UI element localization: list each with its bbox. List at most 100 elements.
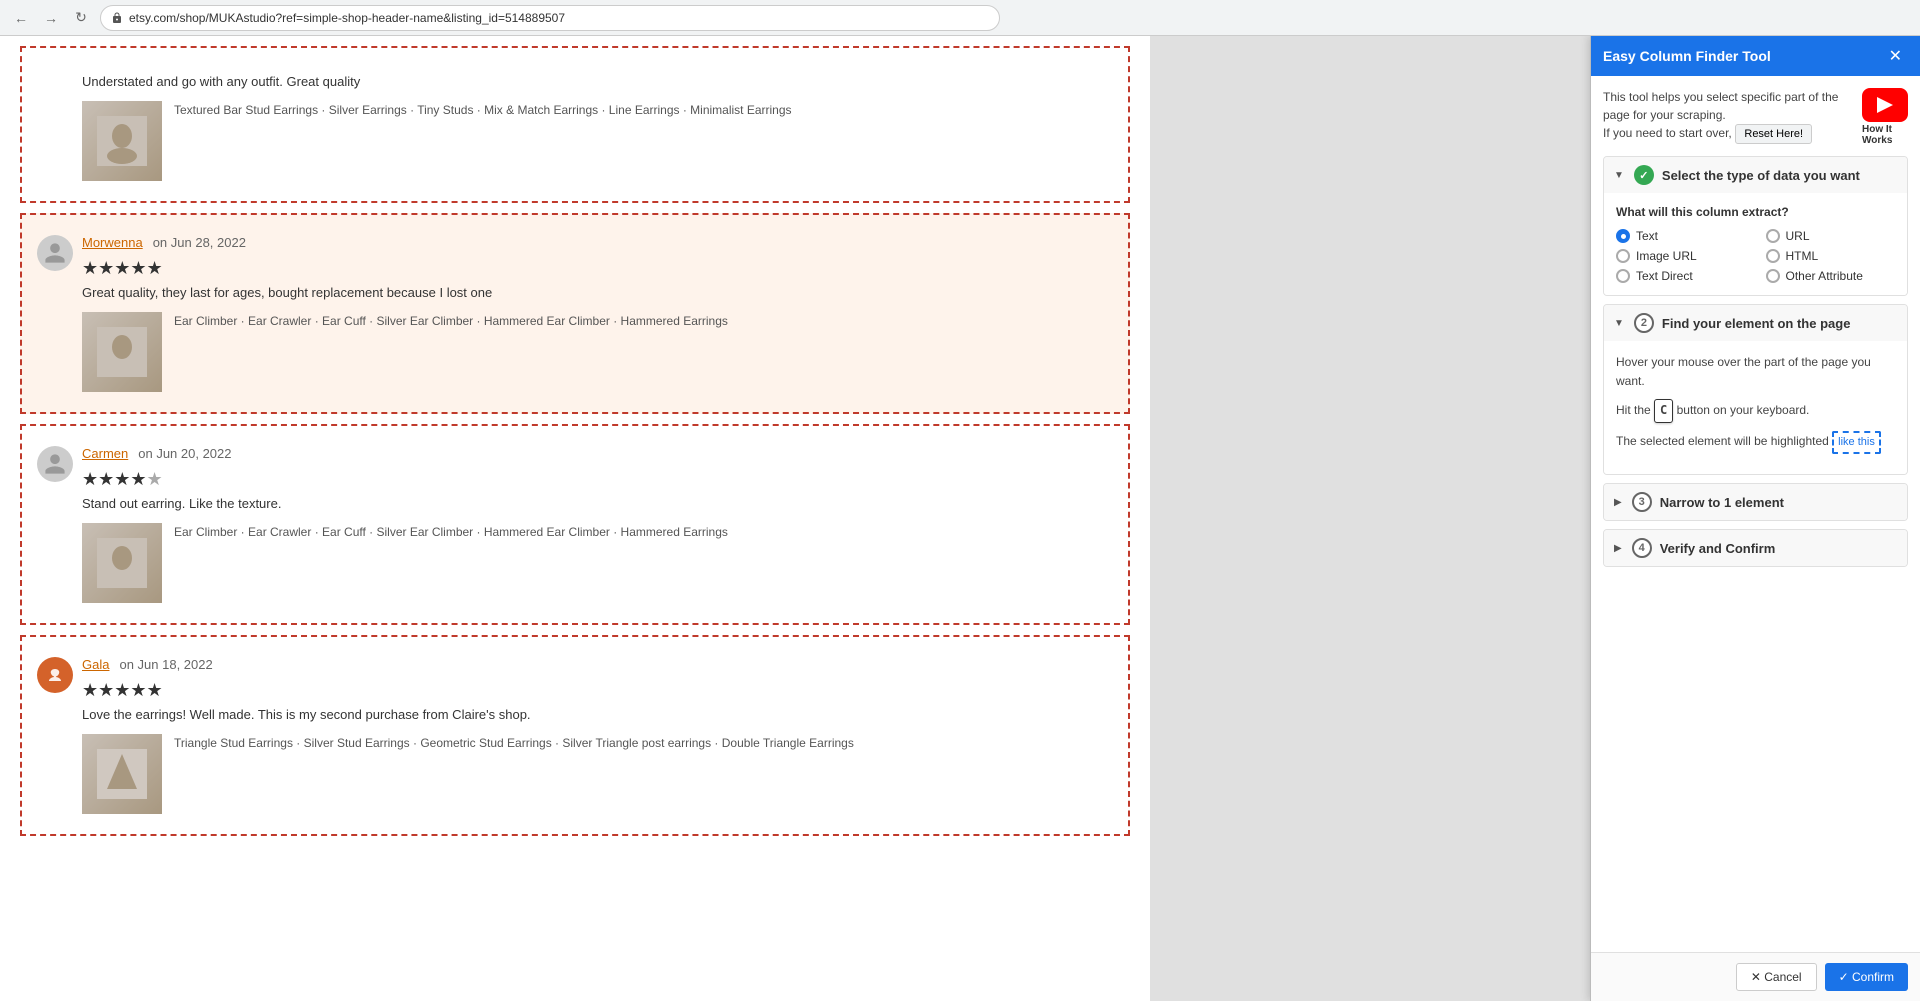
radio-label-text-direct: Text Direct: [1636, 269, 1693, 283]
radio-option-text-direct[interactable]: Text Direct: [1616, 269, 1746, 283]
review-date: on Jun 28, 2022: [153, 235, 246, 250]
review-text: Understated and go with any outfit. Grea…: [82, 74, 1098, 89]
product-name: Ear Climber · Ear Crawler · Ear Cuff · S…: [174, 312, 728, 330]
step3-header[interactable]: ▶ 3 Narrow to 1 element: [1604, 484, 1907, 520]
step1-content: What will this column extract? Text URL: [1604, 193, 1907, 295]
confirm-button[interactable]: ✓ Confirm: [1825, 963, 1908, 991]
star-rating: ★★★★★: [82, 258, 1098, 279]
step2-highlight-text: The selected element will be highlighted: [1616, 434, 1829, 448]
step1-badge: ✓: [1634, 165, 1654, 185]
reviewer-info: Carmen on Jun 20, 2022: [82, 446, 1098, 461]
reviewer-name[interactable]: Morwenna: [82, 235, 143, 250]
step1-question: What will this column extract?: [1616, 205, 1895, 219]
radio-option-html[interactable]: HTML: [1766, 249, 1896, 263]
radio-options-grid: Text URL Image URL: [1616, 229, 1895, 283]
step2-button-text: button on your keyboard.: [1677, 403, 1810, 417]
tool-title: Easy Column Finder Tool: [1603, 48, 1771, 64]
radio-option-text[interactable]: Text: [1616, 229, 1746, 243]
product-name: Textured Bar Stud Earrings · Silver Earr…: [174, 101, 792, 119]
youtube-label: How It Works: [1862, 124, 1908, 146]
tool-panel: Easy Column Finder Tool ✕ This tool help…: [1590, 36, 1920, 1001]
tool-header: Easy Column Finder Tool ✕: [1591, 36, 1920, 76]
radio-option-other-attr[interactable]: Other Attribute: [1766, 269, 1896, 283]
highlight-example: like this: [1832, 431, 1881, 455]
radio-label-html: HTML: [1786, 249, 1819, 263]
product-name: Ear Climber · Ear Crawler · Ear Cuff · S…: [174, 523, 728, 541]
refresh-button[interactable]: ↻: [70, 7, 92, 29]
review-text: Stand out earring. Like the texture.: [82, 496, 1098, 511]
step2-instruction1: Hover your mouse over the part of the pa…: [1616, 353, 1895, 391]
step2-header[interactable]: ▼ 2 Find your element on the page: [1604, 305, 1907, 341]
review-date: on Jun 20, 2022: [138, 446, 231, 461]
step2-instruction4: The selected element will be highlighted…: [1616, 431, 1895, 455]
step1-section: ▼ ✓ Select the type of data you want Wha…: [1603, 156, 1908, 296]
key-c-badge: C: [1654, 399, 1673, 422]
radio-label-text: Text: [1636, 229, 1658, 243]
radio-label-image-url: Image URL: [1636, 249, 1697, 263]
step4-title: Verify and Confirm: [1660, 541, 1776, 556]
reviewer-name[interactable]: Carmen: [82, 446, 128, 461]
step2-chevron-icon: ▼: [1614, 318, 1624, 329]
step3-badge: 3: [1632, 492, 1652, 512]
radio-option-url[interactable]: URL: [1766, 229, 1896, 243]
step4-chevron-icon: ▶: [1614, 543, 1622, 554]
avatar: [37, 657, 73, 693]
radio-circle-image-url: [1616, 249, 1630, 263]
step1-chevron-icon: ▼: [1614, 170, 1624, 181]
tool-restart-text: If you need to start over,: [1603, 126, 1732, 140]
reset-button[interactable]: Reset Here!: [1735, 124, 1812, 144]
review-item: Carmen on Jun 20, 2022 ★★★★★ Stand out e…: [20, 424, 1130, 625]
tool-intro-text: This tool helps you select specific part…: [1603, 90, 1838, 122]
address-bar[interactable]: etsy.com/shop/MUKAstudio?ref=simple-shop…: [100, 5, 1000, 31]
review-text: Great quality, they last for ages, bough…: [82, 285, 1098, 300]
step2-content: Hover your mouse over the part of the pa…: [1604, 341, 1907, 474]
radio-circle-url: [1766, 229, 1780, 243]
review-item: Morwenna on Jun 28, 2022 ★★★★★ Great qua…: [20, 213, 1130, 414]
radio-circle-other-attr: [1766, 269, 1780, 283]
product-name: Triangle Stud Earrings · Silver Stud Ear…: [174, 734, 854, 752]
radio-option-image-url[interactable]: Image URL: [1616, 249, 1746, 263]
step1-header[interactable]: ▼ ✓ Select the type of data you want: [1604, 157, 1907, 193]
star-rating: ★★★★★: [82, 680, 1098, 701]
tool-footer: ✕ Cancel ✓ Confirm: [1591, 952, 1920, 1001]
product-thumbnail: [82, 101, 162, 181]
tool-intro-section: This tool helps you select specific part…: [1603, 88, 1862, 144]
step1-title: Select the type of data you want: [1662, 168, 1860, 183]
product-thumbnail: [82, 734, 162, 814]
browser-chrome: ← → ↻ etsy.com/shop/MUKAstudio?ref=simpl…: [0, 0, 1920, 36]
radio-circle-text-direct: [1616, 269, 1630, 283]
step2-title: Find your element on the page: [1662, 316, 1851, 331]
lock-icon: [111, 12, 123, 24]
product-thumbnail: [82, 523, 162, 603]
step4-header[interactable]: ▶ 4 Verify and Confirm: [1604, 530, 1907, 566]
review-date: on Jun 18, 2022: [119, 657, 212, 672]
reviewer-info: Gala on Jun 18, 2022: [82, 657, 1098, 672]
back-button[interactable]: ←: [10, 7, 32, 29]
step4-section: ▶ 4 Verify and Confirm: [1603, 529, 1908, 567]
url-text: etsy.com/shop/MUKAstudio?ref=simple-shop…: [129, 11, 565, 25]
review-item: Understated and go with any outfit. Grea…: [20, 46, 1130, 203]
product-row: Textured Bar Stud Earrings · Silver Earr…: [82, 101, 1098, 181]
review-text: Love the earrings! Well made. This is my…: [82, 707, 1098, 722]
radio-circle-text: [1616, 229, 1630, 243]
tool-intro-row: This tool helps you select specific part…: [1603, 88, 1908, 146]
avatar: [37, 446, 73, 482]
youtube-how-it-works-link[interactable]: How It Works: [1862, 88, 1908, 146]
forward-button[interactable]: →: [40, 7, 62, 29]
step3-section: ▶ 3 Narrow to 1 element: [1603, 483, 1908, 521]
step3-title: Narrow to 1 element: [1660, 495, 1784, 510]
tool-close-button[interactable]: ✕: [1883, 44, 1908, 68]
step2-hit-text: Hit the: [1616, 403, 1651, 417]
gray-background: [1150, 36, 1590, 1001]
radio-label-url: URL: [1786, 229, 1810, 243]
product-row: Triangle Stud Earrings · Silver Stud Ear…: [82, 734, 1098, 814]
radio-circle-html: [1766, 249, 1780, 263]
step2-section: ▼ 2 Find your element on the page Hover …: [1603, 304, 1908, 475]
reviewer-name[interactable]: Gala: [82, 657, 109, 672]
product-row: Ear Climber · Ear Crawler · Ear Cuff · S…: [82, 312, 1098, 392]
avatar: [37, 235, 73, 271]
youtube-icon: [1862, 88, 1908, 122]
cancel-button[interactable]: ✕ Cancel: [1736, 963, 1817, 991]
tool-body: This tool helps you select specific part…: [1591, 76, 1920, 952]
reviewer-info: Morwenna on Jun 28, 2022: [82, 235, 1098, 250]
